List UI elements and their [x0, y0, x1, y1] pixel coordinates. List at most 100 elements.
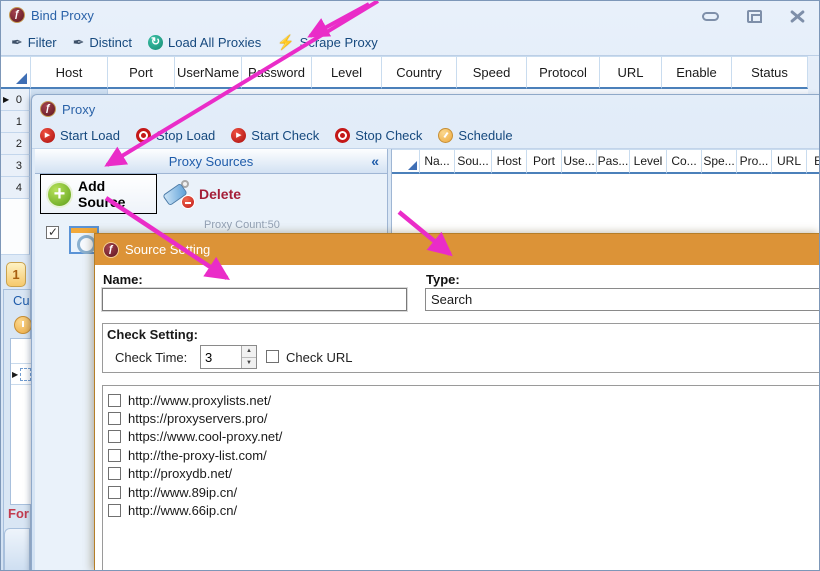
- column-header[interactable]: Spe...: [702, 149, 737, 174]
- url-checkbox[interactable]: [108, 449, 121, 462]
- url-checkbox[interactable]: [108, 394, 121, 407]
- check-time-stepper: ▲ ▼: [200, 345, 257, 369]
- spin-down-icon[interactable]: ▼: [242, 358, 256, 369]
- distinct-button[interactable]: ✒ Distinct: [73, 34, 132, 51]
- play-icon: ▶: [231, 128, 246, 143]
- url-checkbox[interactable]: [108, 504, 121, 517]
- column-header[interactable]: Use...: [562, 149, 597, 174]
- column-header[interactable]: Port: [108, 56, 175, 89]
- lightning-icon: ⚡: [277, 34, 294, 51]
- url-label: https://proxyservers.pro/: [128, 411, 267, 426]
- url-checkbox[interactable]: [108, 430, 121, 443]
- page-badge[interactable]: 1: [6, 262, 26, 287]
- delete-button[interactable]: Delete: [163, 179, 241, 209]
- footer-label: For: [8, 506, 29, 521]
- tag-delete-icon: [163, 179, 195, 209]
- collapse-panel-icon[interactable]: «: [371, 153, 379, 169]
- left-panel-list: ▶: [10, 338, 32, 505]
- column-header[interactable]: Country: [382, 56, 457, 89]
- name-input[interactable]: [102, 288, 407, 311]
- left-panel-title: Cu: [4, 290, 30, 308]
- start-load-button[interactable]: ▶ Start Load: [40, 128, 120, 143]
- refresh-icon: ↻: [148, 35, 163, 50]
- corner-triangle-icon: [16, 73, 27, 84]
- row-marker-icon: ▶: [12, 370, 18, 379]
- row-header[interactable]: ▶0: [1, 89, 30, 111]
- select-all-corner[interactable]: [1, 56, 31, 89]
- check-url-checkbox[interactable]: [266, 350, 279, 363]
- scrape-proxy-label: Scrape Proxy: [300, 35, 378, 50]
- close-icon[interactable]: [790, 10, 805, 23]
- url-checkbox[interactable]: [108, 486, 121, 499]
- column-header[interactable]: Na...: [420, 149, 455, 174]
- spin-up-icon[interactable]: ▲: [242, 346, 256, 358]
- row-header[interactable]: 3: [1, 155, 30, 177]
- start-check-button[interactable]: ▶ Start Check: [231, 128, 319, 143]
- proxy-titlebar: ƒ Proxy: [32, 95, 820, 123]
- pen-icon: ✒: [73, 34, 85, 51]
- check-time-input[interactable]: [201, 346, 241, 368]
- column-header[interactable]: URL: [600, 56, 662, 89]
- list-item: http://www.proxylists.net/: [108, 391, 820, 409]
- column-header[interactable]: Sou...: [455, 149, 492, 174]
- source-url-list: http://www.proxylists.net/ https://proxy…: [102, 385, 820, 571]
- window-controls: [674, 10, 805, 23]
- app-icon: ƒ: [9, 7, 25, 23]
- dialog-title: Source Setting: [125, 242, 210, 257]
- proxy-table-header: Na... Sou... Host Port Use... Pas... Lev…: [392, 149, 820, 174]
- column-header[interactable]: Host: [492, 149, 527, 174]
- orange-clock-icon[interactable]: [14, 316, 32, 334]
- minimize-icon[interactable]: [702, 12, 719, 21]
- main-toolbar: ✒ Filter ✒ Distinct ↻ Load All Proxies ⚡…: [1, 29, 820, 56]
- column-header[interactable]: Port: [527, 149, 562, 174]
- column-header[interactable]: Level: [630, 149, 667, 174]
- column-header[interactable]: Enable: [662, 56, 732, 89]
- source-checkbox[interactable]: [46, 226, 59, 239]
- load-all-proxies-button[interactable]: ↻ Load All Proxies: [148, 35, 261, 50]
- column-header[interactable]: Protocol: [527, 56, 600, 89]
- left-panel-clipped: Cu ▶ For: [3, 289, 31, 571]
- maximize-icon[interactable]: [747, 10, 762, 23]
- row-header-column: ▶0 1 2 3 4: [1, 89, 30, 255]
- url-checkbox[interactable]: [108, 467, 121, 480]
- screen: ƒ Bind Proxy ✒ Filter ✒ Distinct ↻ Load …: [0, 0, 820, 571]
- stop-check-button[interactable]: Stop Check: [335, 128, 422, 143]
- list-item: http://www.89ip.cn/: [108, 483, 820, 501]
- list-item: https://www.cool-proxy.net/: [108, 428, 820, 446]
- filter-button[interactable]: ✒ Filter: [11, 34, 57, 51]
- cell-outline: [20, 368, 31, 381]
- main-table-header: Host Port UserName Password Level Countr…: [1, 56, 808, 89]
- column-header[interactable]: Co...: [667, 149, 702, 174]
- check-time-label: Check Time:: [115, 350, 187, 365]
- row-marker-icon: ▶: [3, 95, 9, 104]
- column-header[interactable]: Password: [242, 56, 312, 89]
- corner-triangle-icon: [408, 161, 417, 170]
- column-header[interactable]: Pas...: [597, 149, 630, 174]
- column-header[interactable]: URL: [772, 149, 807, 174]
- type-dropdown[interactable]: Search: [425, 288, 820, 311]
- url-label: http://www.89ip.cn/: [128, 485, 237, 500]
- row-header[interactable]: 2: [1, 133, 30, 155]
- column-header[interactable]: Host: [31, 56, 108, 89]
- column-header[interactable]: UserName: [175, 56, 242, 89]
- select-all-corner[interactable]: [392, 149, 420, 174]
- proxy-toolbar: ▶ Start Load Stop Load ▶ Start Check Sto…: [32, 123, 820, 149]
- row-header[interactable]: 1: [1, 111, 30, 133]
- check-setting-group: Check Setting: Check Time: ▲ ▼ Check URL: [102, 323, 820, 373]
- add-source-button[interactable]: + Add Source: [40, 174, 157, 214]
- column-header[interactable]: En...: [807, 149, 820, 174]
- row-header[interactable]: 4: [1, 177, 30, 199]
- column-header[interactable]: Status: [732, 56, 808, 89]
- proxy-sources-title: Proxy Sources: [169, 154, 254, 169]
- column-header[interactable]: Level: [312, 56, 382, 89]
- stop-load-button[interactable]: Stop Load: [136, 128, 215, 143]
- column-header[interactable]: Pro...: [737, 149, 772, 174]
- list-item: http://proxydb.net/: [108, 465, 820, 483]
- column-header[interactable]: Speed: [457, 56, 527, 89]
- url-checkbox[interactable]: [108, 412, 121, 425]
- list-item[interactable]: ▶: [11, 363, 31, 385]
- scrape-proxy-button[interactable]: ⚡ Scrape Proxy: [277, 34, 377, 51]
- filter-label: Filter: [28, 35, 57, 50]
- proxy-window-title: Proxy: [62, 102, 95, 117]
- schedule-button[interactable]: Schedule: [438, 128, 512, 143]
